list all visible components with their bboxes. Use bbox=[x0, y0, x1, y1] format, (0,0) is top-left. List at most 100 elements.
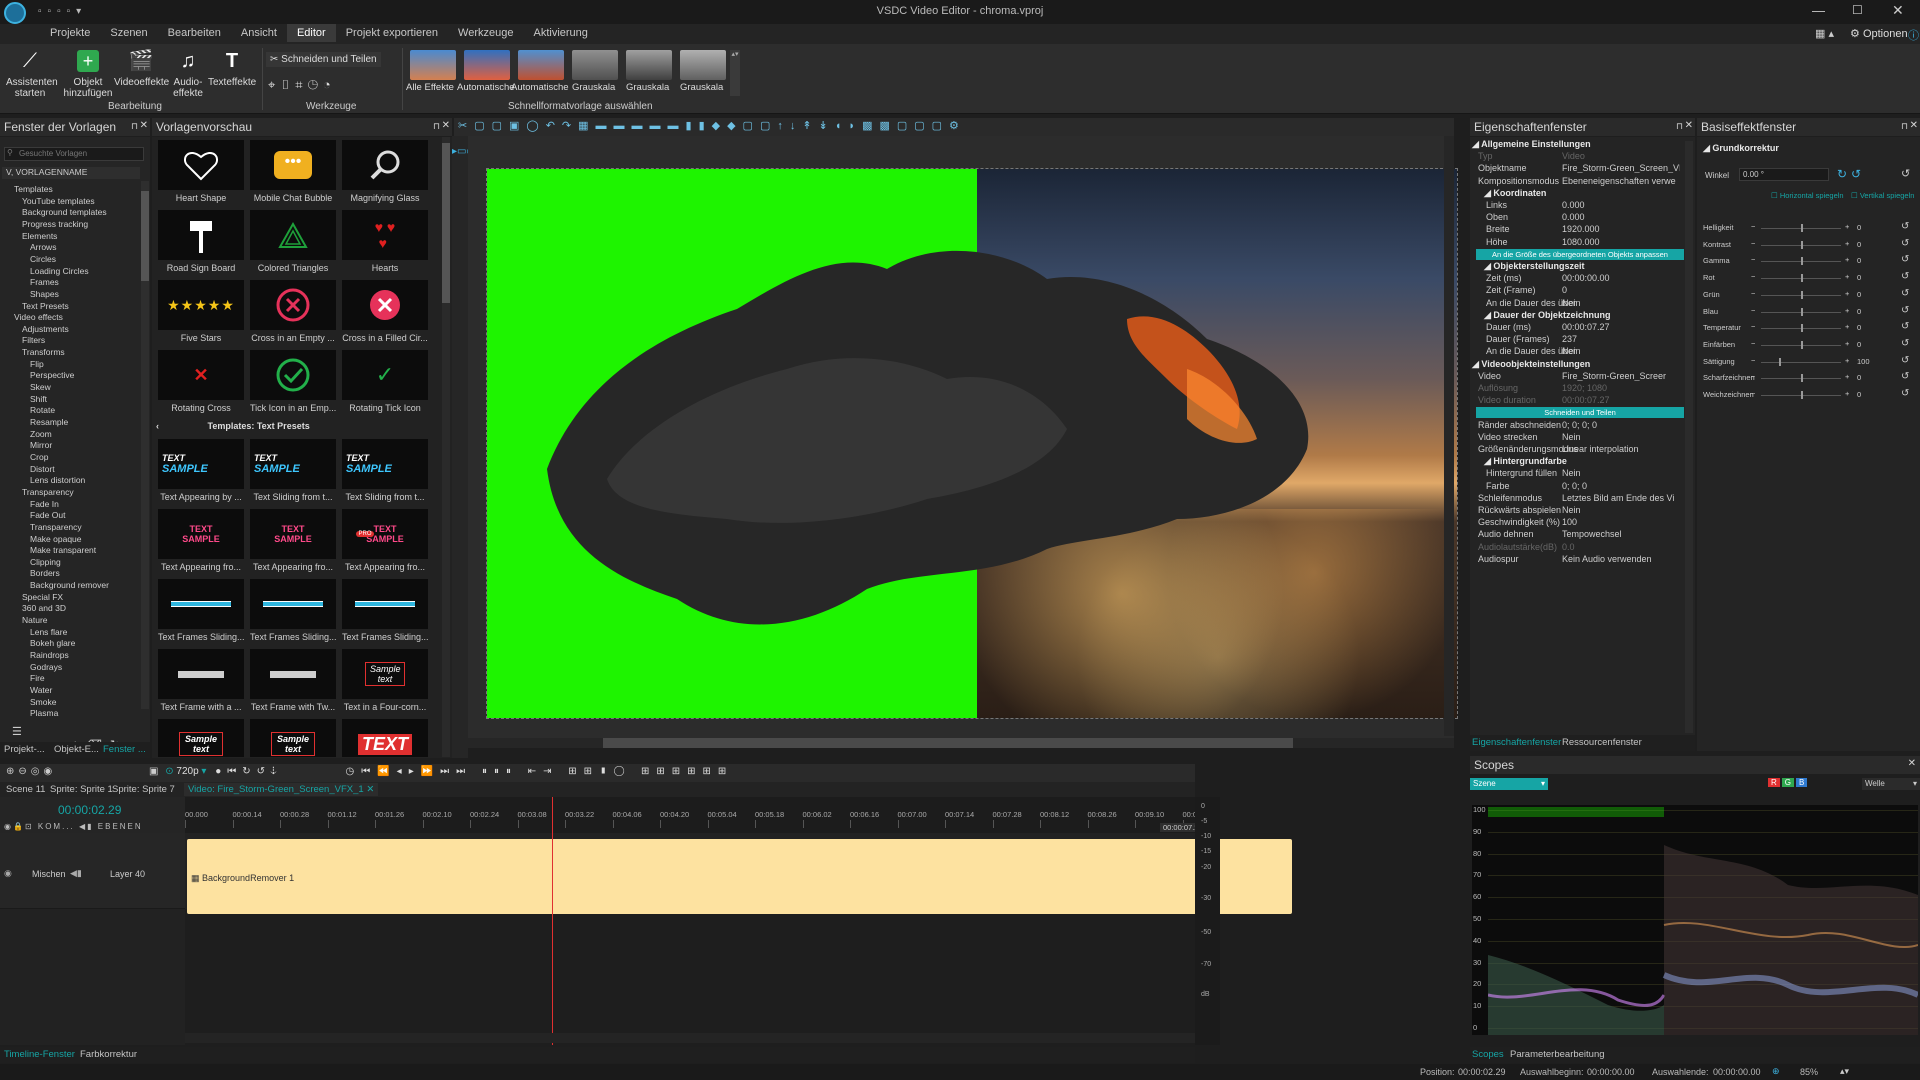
collapse-icon[interactable]: ‹ bbox=[156, 421, 162, 431]
close-icon[interactable]: ✕ bbox=[140, 120, 148, 131]
property-action-button[interactable]: An die Größe des übergeordneten Objekts … bbox=[1476, 248, 1684, 260]
tab-timeline[interactable]: Timeline-Fenster bbox=[4, 1049, 75, 1060]
reset-icon[interactable]: ↺ bbox=[1901, 167, 1910, 180]
tab-properties[interactable]: Eigenschaftenfenster bbox=[1472, 737, 1561, 748]
template-tile[interactable]: Heart Shape bbox=[158, 140, 244, 208]
video-frame[interactable] bbox=[486, 168, 1458, 719]
scope-type-select[interactable]: Welle ▾ bbox=[1862, 778, 1920, 790]
pin-icon[interactable]: ⊓ bbox=[1676, 121, 1683, 132]
reset-icon[interactable]: ↺ bbox=[1901, 355, 1909, 366]
template-tile[interactable]: ★★★★★ Five Stars bbox=[158, 280, 244, 348]
slider-plus[interactable]: + bbox=[1845, 222, 1849, 231]
slider-knob[interactable] bbox=[1801, 274, 1803, 283]
tree-item[interactable]: Water bbox=[30, 685, 52, 695]
tree-item[interactable]: Make transparent bbox=[30, 545, 96, 555]
tree-item[interactable]: Fire bbox=[30, 673, 45, 683]
slider-minus[interactable]: − bbox=[1751, 322, 1755, 331]
slider-minus[interactable]: − bbox=[1751, 255, 1755, 264]
slider-knob[interactable] bbox=[1801, 290, 1803, 299]
reset-icon[interactable]: ↺ bbox=[1901, 288, 1909, 299]
tree-item[interactable]: 360 and 3D bbox=[22, 603, 66, 613]
property-value[interactable]: Nein bbox=[1562, 346, 1680, 356]
tree-item[interactable]: Background remover bbox=[30, 580, 109, 590]
quick-style-scroll[interactable]: ▴▾ bbox=[730, 50, 740, 96]
tree-item[interactable]: Nature bbox=[22, 615, 48, 625]
reset-icon[interactable]: ↺ bbox=[1901, 254, 1909, 265]
tree-item[interactable]: Background templates bbox=[22, 207, 107, 217]
menu-editor[interactable]: Editor bbox=[286, 24, 336, 42]
slider-plus[interactable]: + bbox=[1845, 322, 1849, 331]
track-icons[interactable]: ◀▮ bbox=[70, 868, 82, 879]
slider-knob[interactable] bbox=[1801, 257, 1803, 266]
drawing-toolbar[interactable]: ▸▭▭⁄▭⬭▪T▬◎◔☊⊞◆⊡⊞⊞⊕ bbox=[452, 136, 588, 758]
slider-minus[interactable]: − bbox=[1751, 222, 1755, 231]
text-template-tile[interactable]: Sample text bbox=[158, 719, 244, 757]
timeline-ruler[interactable]: 00.000 00:00.14 00:00.28 00:01.12 00:01.26 00… bbox=[185, 797, 1212, 833]
text-template-tile[interactable]: TEXT SAMPLE Text Appearing by ... bbox=[158, 439, 244, 507]
audio-effects-button[interactable]: ♫ Audio-effekte bbox=[168, 48, 208, 100]
text-template-tile[interactable]: Sample text bbox=[250, 719, 336, 757]
slider-minus[interactable]: − bbox=[1751, 289, 1755, 298]
slider-plus[interactable]: + bbox=[1845, 372, 1849, 381]
tree-item[interactable]: Make opaque bbox=[30, 534, 82, 544]
property-value[interactable]: 0.000 bbox=[1562, 200, 1680, 210]
tab-project[interactable]: Projekt-... bbox=[4, 744, 45, 755]
text-template-tile[interactable]: TEXT SAMPLE Text Sliding from t... bbox=[250, 439, 336, 507]
zoom-stepper[interactable]: ▴▾ bbox=[1840, 1066, 1849, 1077]
property-value[interactable]: Nein bbox=[1562, 432, 1680, 442]
slider-knob[interactable] bbox=[1779, 357, 1781, 366]
options-button[interactable]: ⚙ Optionen bbox=[1850, 27, 1908, 40]
property-value[interactable]: 00:00:07.27 bbox=[1562, 322, 1680, 332]
slider-knob[interactable] bbox=[1801, 224, 1803, 232]
slider-minus[interactable]: − bbox=[1751, 372, 1755, 381]
menu-ansicht[interactable]: Ansicht bbox=[231, 24, 287, 42]
menu-werkzeuge[interactable]: Werkzeuge bbox=[448, 24, 523, 42]
tree-item[interactable]: Bokeh glare bbox=[30, 638, 75, 648]
tree-item[interactable]: Shapes bbox=[30, 289, 59, 299]
slider-plus[interactable]: + bbox=[1845, 306, 1849, 315]
text-template-tile[interactable]: TEXT SAMPLE Text Appearing fro... bbox=[250, 509, 336, 577]
template-tile[interactable]: ♥ ♥ ♥ Hearts bbox=[342, 210, 428, 278]
slider-plus[interactable]: + bbox=[1845, 272, 1849, 281]
tree-item[interactable]: Text Presets bbox=[22, 301, 69, 311]
pin-icon[interactable]: ⊓ bbox=[131, 121, 138, 132]
text-template-tile[interactable]: TEXT bbox=[342, 719, 428, 757]
tree-item[interactable]: Transparency bbox=[22, 487, 74, 497]
slider-knob[interactable] bbox=[1801, 307, 1803, 316]
add-object-button[interactable]: + Objekt hinzufügen bbox=[58, 48, 118, 99]
slider-knob[interactable] bbox=[1801, 391, 1803, 399]
tree-item[interactable]: Frames bbox=[30, 277, 59, 287]
text-template-tile[interactable]: Text Frame with a ... bbox=[158, 649, 244, 717]
transport-controls[interactable]: ●⏮↻↺⇣ bbox=[215, 766, 282, 777]
property-section[interactable]: ◢ Koordinaten bbox=[1484, 188, 1546, 199]
reset-icon[interactable]: ↺ bbox=[1901, 305, 1909, 316]
template-tile[interactable]: Tick Icon in an Emp... bbox=[250, 350, 336, 418]
tree-item[interactable]: Transforms bbox=[22, 347, 65, 357]
tab-parameter-editing[interactable]: Parameterbearbeitung bbox=[1510, 1049, 1605, 1060]
slider-minus[interactable]: − bbox=[1751, 272, 1755, 281]
canvas-vscroll[interactable] bbox=[1444, 136, 1454, 736]
preview-toolbar[interactable]: ✂▢▢▣◯↶↷▦▬▬▬▬▬▮▮◆◆▢▢↑↓↟↡◖◗▩▩▢▢▢⚙ bbox=[454, 118, 1454, 136]
slider-minus[interactable]: − bbox=[1751, 356, 1755, 365]
slider-knob[interactable] bbox=[1801, 340, 1803, 349]
property-value[interactable]: Letztes Bild am Ende des Vi bbox=[1562, 493, 1680, 503]
text-template-tile[interactable]: TEXT SAMPLE Text Appearing fro... bbox=[158, 509, 244, 577]
crumb-scene[interactable]: Scene 11 bbox=[6, 784, 45, 795]
text-template-tile[interactable]: Text Frame with Tw... bbox=[250, 649, 336, 717]
template-tile[interactable]: ✕ Rotating Cross bbox=[158, 350, 244, 418]
flip-horizontal-checkbox[interactable]: ☐ Horizontal spiegeln bbox=[1771, 191, 1844, 200]
tree-item[interactable]: YouTube templates bbox=[22, 196, 95, 206]
channel-toggles[interactable]: RGB bbox=[1768, 778, 1808, 787]
text-template-tile[interactable]: Text Frames Sliding... bbox=[342, 579, 428, 647]
quick-style-thumb[interactable] bbox=[572, 50, 618, 80]
tree-item[interactable]: Shift bbox=[30, 394, 47, 404]
crumb-sprite-1[interactable]: Sprite: Sprite 1 bbox=[50, 784, 113, 795]
tree-item[interactable]: Crop bbox=[30, 452, 48, 462]
tab-scopes[interactable]: Scopes bbox=[1472, 1049, 1504, 1060]
scene-canvas-area[interactable] bbox=[468, 136, 1458, 748]
property-value[interactable]: 00:00:00.00 bbox=[1562, 273, 1680, 283]
blend-mode[interactable]: Mischen bbox=[32, 869, 66, 879]
property-action-button[interactable]: Schneiden und Teilen bbox=[1476, 407, 1684, 419]
reset-icon[interactable]: ↺ bbox=[1901, 388, 1909, 399]
tree-item[interactable]: Arrows bbox=[30, 242, 56, 252]
